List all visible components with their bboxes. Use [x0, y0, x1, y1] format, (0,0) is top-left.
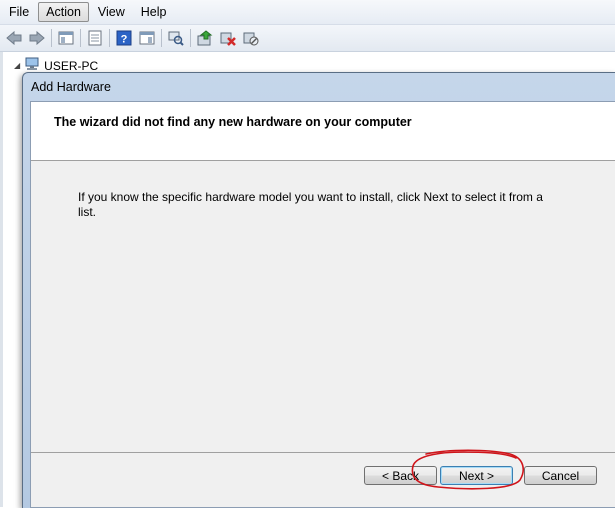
- action-pane-icon[interactable]: [138, 29, 156, 47]
- menu-file[interactable]: File: [2, 3, 36, 21]
- scan-hardware-icon[interactable]: [167, 29, 185, 47]
- tree-pane-edge: [0, 52, 3, 507]
- disable-icon[interactable]: [242, 29, 260, 47]
- wizard-content: The wizard did not find any new hardware…: [30, 101, 615, 508]
- menu-bar: File Action View Help: [0, 0, 615, 25]
- toolbar-separator: [51, 29, 52, 47]
- uninstall-icon[interactable]: [219, 29, 237, 47]
- collapse-triangle-icon[interactable]: ◢: [14, 61, 20, 70]
- button-separator: [31, 452, 615, 453]
- menu-view[interactable]: View: [91, 3, 132, 21]
- wizard-body-text: If you know the specific hardware model …: [78, 190, 543, 219]
- tree-root-label: USER-PC: [44, 58, 99, 73]
- help-icon[interactable]: ?: [115, 29, 133, 47]
- add-hardware-wizard: Add Hardware The wizard did not find any…: [22, 72, 615, 508]
- menu-action[interactable]: Action: [38, 2, 89, 22]
- toolbar-separator: [80, 29, 81, 47]
- back-arrow-icon[interactable]: [5, 29, 23, 47]
- toolbar: ?: [0, 25, 615, 52]
- toolbar-separator: [190, 29, 191, 47]
- show-hide-tree-icon[interactable]: [57, 29, 75, 47]
- next-button[interactable]: Next >: [440, 466, 513, 485]
- properties-icon[interactable]: [86, 29, 104, 47]
- menu-help[interactable]: Help: [134, 3, 174, 21]
- wizard-title: Add Hardware: [31, 80, 111, 94]
- toolbar-separator: [109, 29, 110, 47]
- wizard-header: The wizard did not find any new hardware…: [31, 102, 615, 161]
- update-driver-icon[interactable]: [196, 29, 214, 47]
- svg-text:?: ?: [121, 34, 128, 46]
- wizard-header-title: The wizard did not find any new hardware…: [54, 115, 412, 129]
- forward-arrow-icon[interactable]: [28, 29, 46, 47]
- toolbar-separator: [161, 29, 162, 47]
- cancel-button[interactable]: Cancel: [524, 466, 597, 485]
- back-button[interactable]: < Back: [364, 466, 437, 485]
